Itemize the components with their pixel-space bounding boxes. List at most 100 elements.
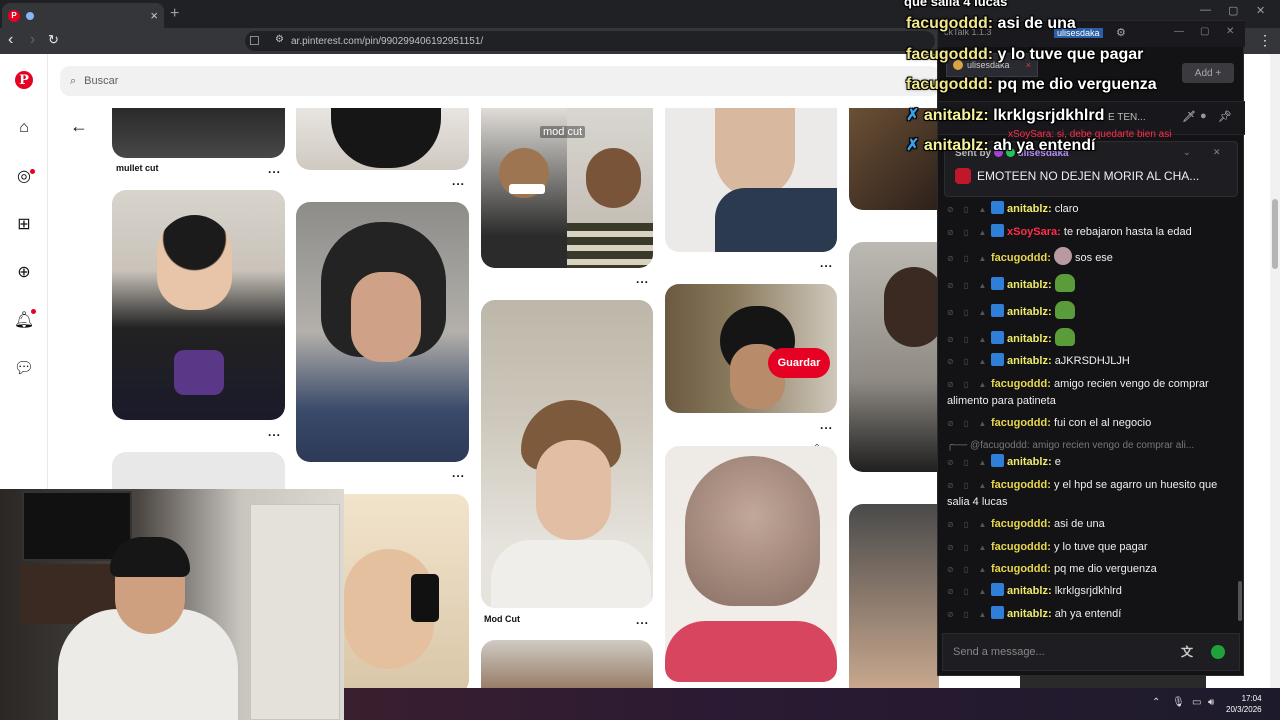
pin-more-button[interactable]: ... [636,272,649,286]
minimize-icon[interactable]: — [1200,4,1211,16]
chat-message: ⊘ ▯ ▲ anitablz: e [947,454,1061,468]
pin-more-button[interactable]: ... [268,425,281,439]
pinterest-favicon-icon: P [8,9,20,22]
tray-overflow-icon[interactable]: ⌃ [1152,697,1160,708]
pin-image[interactable] [112,190,285,420]
overlay-chat-line: facugoddd: asi de una [906,15,1076,32]
expand-icon[interactable]: ⌄ [1183,147,1191,158]
pinned-banner-text: E TEN... [1108,112,1146,123]
maximize-icon[interactable]: ▢ [1228,4,1238,17]
network-icon[interactable]: ▭ [1192,697,1201,708]
messages-icon[interactable]: 💬︎ [14,358,34,378]
chat-close-icon[interactable]: ✕ [1226,26,1234,37]
audio-indicator-icon [26,11,34,20]
notification-dot [31,309,36,314]
translate-icon[interactable]: 文 [1181,643,1193,660]
home-icon[interactable]: ⌂ [14,118,34,138]
chat-message: ⊘ ▯ ▲ anitablz: lkrklgsrjdkhlrd [947,583,1122,597]
overlay-chat-line: facugoddd: y lo tuve que pagar [906,46,1144,63]
user-icon[interactable]: ● [1200,110,1207,122]
windows-taskbar [344,688,1280,720]
pin-image[interactable] [296,202,469,462]
add-tab-button[interactable]: Add + [1182,63,1234,83]
pin-icon[interactable]: 📌︎ [1218,110,1232,123]
new-tab-button[interactable]: + [170,5,179,23]
close-tab-icon[interactable]: × [150,8,158,23]
pinned-text: EMOTEEN NO DEJEN MORIR AL CHA... [955,168,1237,184]
pin-image[interactable] [296,108,469,170]
chat-message: ⊘ ▯ ▲ anitablz: aJKRSDHJLJH [947,353,1130,367]
chat-message: ⊘ ▯ ▲facugoddd: y el hpd se agarro un hu… [947,479,1218,508]
notification-dot [30,169,35,174]
reply-preview: ╭── @facugoddd: amigo recien vengo de co… [947,440,1195,451]
save-pin-button[interactable]: Guardar [768,348,830,378]
microphone-icon[interactable]: 🎙︎ [1172,697,1185,708]
pepe-emote-icon [1054,274,1075,292]
pin-image[interactable] [849,242,939,472]
back-icon[interactable]: ‹ [8,32,13,48]
chat-message: ⊘ ▯ ▲ xSoySara: te rebajaron hasta la eda… [947,224,1192,238]
chat-minimize-icon[interactable]: — [1174,26,1184,37]
pinterest-logo-icon[interactable]: P [15,71,33,89]
unpin-icon[interactable]: ✕ [1213,147,1221,158]
search-icon: ⌕ [70,74,77,87]
chat-message: ⊘ ▯ ▲ anitablz: [947,301,1237,321]
address-bar[interactable]: ☐ ⚙ ar.pinterest.com/pin/990299406192951… [245,31,935,51]
chat-scrollbar[interactable] [1238,581,1242,621]
site-info-icon[interactable]: ⚙ [275,34,284,45]
pin-image[interactable] [112,452,285,492]
pin-more-button[interactable]: ... [452,466,465,480]
pin-more-button[interactable]: ... [268,162,281,176]
overlay-chat-line: ✗ anitablz: ah ya entendí [906,137,1096,154]
pin-overlay-text: mod cut [540,126,586,138]
chat-input-placeholder: Send a message... [953,646,1045,658]
pin-image[interactable] [112,108,285,158]
pin-image[interactable] [481,300,653,608]
pin-title: Mod Cut [484,614,520,624]
bookmark-icon[interactable]: ☐ [249,34,260,48]
browser-menu-icon[interactable]: ⋮ [1258,32,1272,48]
pin-more-button[interactable]: ... [820,256,833,270]
pin-image[interactable] [665,446,837,682]
scrollbar-thumb[interactable] [1272,199,1278,269]
page-scrollbar[interactable] [1270,54,1280,690]
browser-tab[interactable]: P × [2,3,164,28]
chat-message: ⊘ ▯ ▲facugoddd: fui con el al negocio [947,417,1152,429]
chat-message-input[interactable]: Send a message... 文 [942,633,1240,671]
pin-image[interactable] [849,504,939,690]
chat-message: ⊘ ▯ ▲facugoddd: sos ese [947,247,1237,267]
create-icon[interactable]: ⊕ [14,262,34,282]
sword-badge-icon: ✗ [906,107,920,124]
chat-message: ⊘ ▯ ▲facugoddd: pq me dio verguenza [947,563,1157,575]
moderate-icon[interactable]: 🗡︎ [1182,110,1196,123]
chat-message: ⊘ ▯ ▲ anitablz: [947,274,1237,294]
forward-icon[interactable]: › [30,32,35,48]
pin-image[interactable] [665,108,837,252]
search-input[interactable]: ⌕ Buscar [60,66,940,96]
sword-badge-icon: ✗ [906,137,920,154]
volume-icon[interactable]: 🔊︎ [1208,697,1214,708]
pin-title: mullet cut [116,163,159,173]
pepe-emote-icon [1054,328,1075,346]
overlay-partial-line: que salia 4 lucas [904,0,1008,9]
emote-picker-icon[interactable] [1211,645,1225,659]
close-window-icon[interactable]: ✕ [1256,4,1265,17]
add-label: Add [1194,67,1213,79]
emote-icon [955,168,971,184]
pin-more-button[interactable]: ... [820,418,833,432]
pin-image[interactable] [481,640,653,690]
taskbar-clock[interactable]: 17:04 20/3/2026 [1226,693,1262,715]
pin-more-button[interactable]: ... [452,174,465,188]
pin-more-button[interactable]: ... [636,613,649,627]
emote-icon [1053,247,1072,265]
reload-icon[interactable]: ↻ [48,32,59,48]
chat-maximize-icon[interactable]: ▢ [1200,26,1209,37]
chat-message: ⊘ ▯ ▲facugoddd: amigo recien vengo de co… [947,378,1209,407]
back-arrow-icon[interactable]: ← [70,116,88,137]
pepe-emote-icon [1054,301,1075,319]
chat-message: ⊘ ▯ ▲ anitablz: [947,328,1237,348]
settings-icon[interactable]: ⚙ [1116,26,1126,39]
chat-message: ⊘ ▯ ▲ anitablz: ah ya entendí [947,606,1122,620]
search-placeholder: Buscar [84,75,119,87]
boards-icon[interactable]: ⊞ [14,214,34,234]
